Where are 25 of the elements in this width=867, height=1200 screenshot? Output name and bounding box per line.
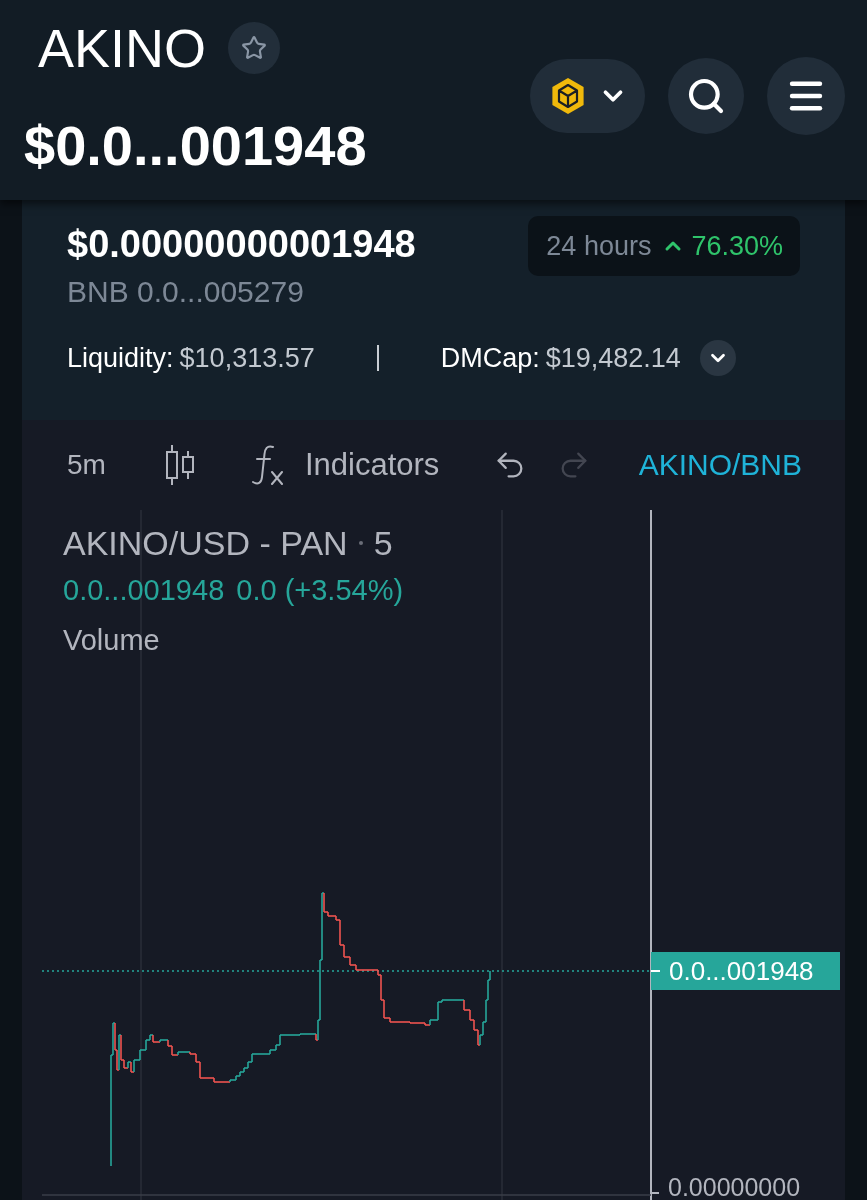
separator-dot-icon xyxy=(358,541,363,545)
legend-interval: 5 xyxy=(373,524,393,562)
function-icon[interactable] xyxy=(250,444,285,486)
price-bnb: BNB 0.0...005279 xyxy=(67,274,304,310)
price-usd: $0.00000000001948 xyxy=(67,222,416,266)
token-price: $0.0...001948 xyxy=(24,116,367,176)
legend-title: AKINO/USD - PAN xyxy=(63,524,348,562)
candlestick-icon[interactable] xyxy=(163,444,196,486)
stat-value: $19,482.14 xyxy=(545,343,681,373)
change-period: 24 hours xyxy=(546,231,652,261)
stat-value: $10,313.57 xyxy=(179,343,315,373)
indicators-button[interactable]: Indicators xyxy=(304,448,440,482)
legend-volume: Volume xyxy=(63,624,160,656)
stat-label: DMCap: xyxy=(440,343,540,373)
expand-button[interactable] xyxy=(699,340,736,376)
token-name: AKINO xyxy=(38,18,207,78)
pair-link[interactable]: AKINO/BNB xyxy=(638,448,802,482)
axis-label: 0.00000000 xyxy=(668,1174,801,1200)
search-icon xyxy=(686,76,726,116)
stat-label: Liquidity: xyxy=(67,343,174,373)
last-price-label: 0.0...001948 xyxy=(651,952,840,990)
interval-button[interactable]: 5m xyxy=(67,449,106,481)
change-value: 76.30% xyxy=(691,231,783,261)
legend-price: 0.0...001948 xyxy=(63,574,225,606)
legend-change: 0.0 (+3.54%) xyxy=(236,574,404,606)
